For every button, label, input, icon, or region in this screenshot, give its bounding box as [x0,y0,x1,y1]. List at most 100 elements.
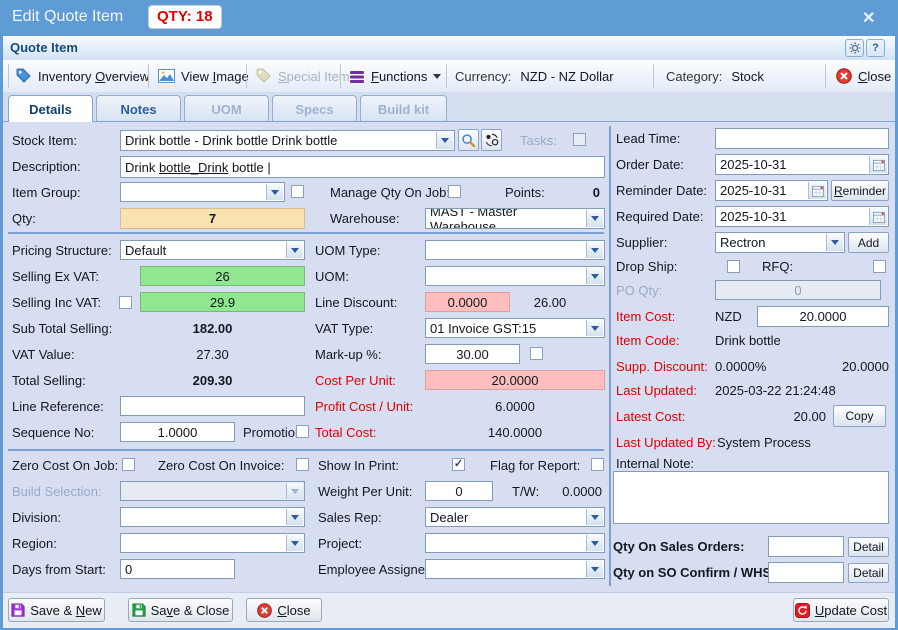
required-date-input[interactable]: 2025-10-31 [715,206,889,227]
zero-cost-on-invoice-checkbox[interactable] [296,458,309,471]
rfq-checkbox[interactable] [873,260,886,273]
qty-on-so-confirm-input[interactable] [768,562,844,583]
uom-type-label: UOM Type: [315,243,381,258]
project-select[interactable] [425,533,605,553]
warehouse-select[interactable]: MAST - Master Warehouse [425,208,605,229]
update-cost-button[interactable]: Update Cost [793,598,889,622]
toolbar-close-button[interactable]: Close [836,63,891,89]
dropdown-arrow-icon[interactable] [586,242,603,258]
functions-button[interactable]: Functions [350,63,441,89]
tasks-checkbox [573,133,586,146]
description-input[interactable]: Drink bottle_Drink bottle | [120,156,605,178]
show-in-print-label: Show In Print: [318,458,399,473]
promotion-checkbox[interactable] [296,425,309,438]
group-header: Quote Item [3,36,895,61]
tab-notes[interactable]: Notes [96,95,181,122]
calendar-icon[interactable] [808,182,826,199]
flag-for-report-checkbox[interactable] [591,458,604,471]
stock-search-button[interactable] [458,129,479,151]
reminder-button[interactable]: Reminder [831,180,889,201]
qty-input[interactable]: 7 [120,208,305,229]
stock-swap-button[interactable] [481,129,502,151]
dropdown-arrow-icon[interactable] [826,234,843,251]
vat-type-select[interactable]: 01 Invoice GST:15 [425,318,605,338]
division-select[interactable] [120,507,305,527]
drop-ship-checkbox[interactable] [727,260,740,273]
line-reference-label: Line Reference: [12,399,104,414]
manage-qty-on-job-checkbox[interactable] [448,185,461,198]
show-in-print-checkbox[interactable]: ✓ [452,458,465,471]
save-new-button[interactable]: Save & New [8,598,105,622]
dropdown-arrow-icon[interactable] [586,561,603,577]
qty-on-sales-orders-input[interactable] [768,536,844,557]
help-button[interactable]: ? [866,39,885,57]
copy-button[interactable]: Copy [833,405,886,427]
tab-details[interactable]: Details [8,95,93,122]
dropdown-arrow-icon[interactable] [266,184,283,200]
special-item-label: Special Item [278,69,350,84]
employee-assigned-select[interactable] [425,559,605,579]
calendar-icon[interactable] [869,156,887,173]
pricing-structure-select[interactable]: Default [120,240,305,260]
reminder-date-input[interactable]: 2025-10-31 [715,180,828,201]
add-supplier-button[interactable]: Add [848,232,889,253]
calendar-icon[interactable] [869,208,887,225]
currency-label: Currency: [455,69,511,84]
zero-cost-on-invoice-label: Zero Cost On Invoice: [158,458,284,473]
close-button[interactable]: Close [246,598,322,622]
view-image-button[interactable]: View Image [158,63,249,89]
inventory-overview-button[interactable]: Inventory Overview [16,63,149,89]
dropdown-arrow-icon[interactable] [286,535,303,551]
uom-label: UOM: [315,269,349,284]
uom-select[interactable] [425,266,605,286]
required-date-value: 2025-10-31 [720,209,787,224]
zero-cost-on-job-checkbox[interactable] [122,458,135,471]
line-reference-input[interactable] [120,396,305,416]
dropdown-arrow-icon[interactable] [586,320,603,336]
qty-value: 7 [209,211,216,226]
detail-button-label: Detail [853,540,884,554]
uom-type-select[interactable] [425,240,605,260]
close-circle-icon [836,68,852,84]
chevron-down-icon [433,74,441,83]
weight-per-unit-input[interactable]: 0 [425,481,493,501]
sales-orders-detail-button[interactable]: Detail [848,537,889,557]
dropdown-arrow-icon[interactable] [586,210,603,227]
save-close-button[interactable]: Save & Close [128,598,233,622]
line-discount-input[interactable]: 0.0000 [425,292,510,312]
stock-item-label: Stock Item: [12,133,77,148]
selling-inc-vat-input[interactable]: 29.9 [140,292,305,312]
dropdown-arrow-icon[interactable] [286,242,303,258]
selling-ex-vat-input[interactable]: 26 [140,266,305,286]
flag-for-report-label: Flag for Report: [490,458,580,473]
dropdown-arrow-icon[interactable] [586,535,603,551]
dropdown-arrow-icon [286,483,303,499]
lead-time-input[interactable] [715,128,889,149]
markup-checkbox[interactable] [530,347,543,360]
sequence-no-input[interactable]: 1.0000 [120,422,235,442]
item-cost-input[interactable]: 20.0000 [757,306,889,327]
save-icon [132,603,146,617]
selling-ex-vat-label: Selling Ex VAT: [12,269,99,284]
sub-total-selling-label: Sub Total Selling: [12,321,112,336]
internal-note-textarea[interactable] [613,471,889,524]
settings-button[interactable] [845,39,864,57]
stock-item-select[interactable]: Drink bottle - Drink bottle Drink bottle [120,130,455,151]
order-date-input[interactable]: 2025-10-31 [715,154,889,175]
selling-inc-vat-checkbox[interactable] [119,296,132,309]
copy-button-label: Copy [845,409,873,423]
dropdown-arrow-icon[interactable] [286,509,303,525]
so-confirm-detail-button[interactable]: Detail [848,563,889,583]
dropdown-arrow-icon[interactable] [586,509,603,525]
cost-per-unit-input[interactable]: 20.0000 [425,370,605,390]
markup-input[interactable]: 30.00 [425,344,520,364]
dropdown-arrow-icon[interactable] [436,132,453,149]
item-group-select[interactable] [120,182,285,202]
region-select[interactable] [120,533,305,553]
close-icon[interactable]: ✕ [862,8,875,28]
dropdown-arrow-icon[interactable] [586,268,603,284]
days-from-start-input[interactable]: 0 [120,559,235,579]
supplier-select[interactable]: Rectron [715,232,845,253]
item-group-checkbox[interactable] [291,185,304,198]
sales-rep-select[interactable]: Dealer [425,507,605,527]
